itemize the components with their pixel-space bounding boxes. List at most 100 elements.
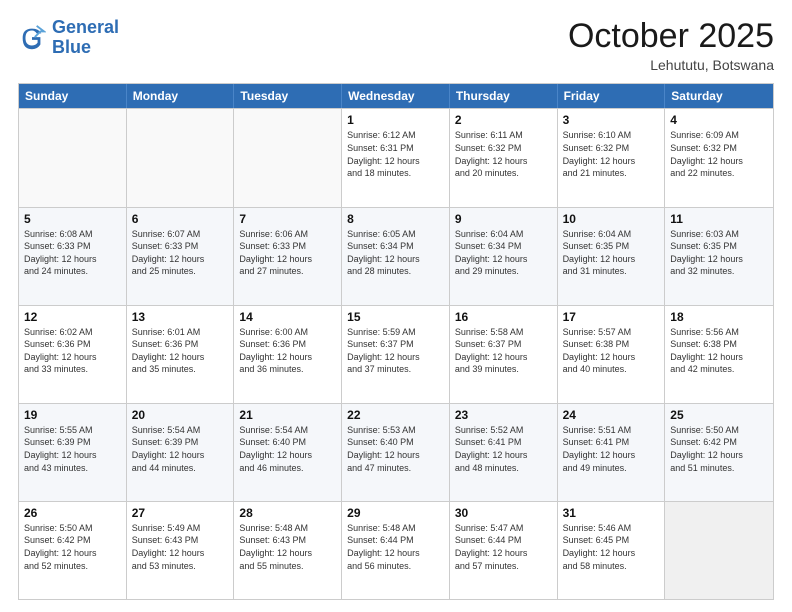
calendar-header: SundayMondayTuesdayWednesdayThursdayFrid… [19,84,773,108]
day-cell-4: 4Sunrise: 6:09 AM Sunset: 6:32 PM Daylig… [665,109,773,206]
day-number: 23 [455,408,552,422]
day-info: Sunrise: 5:58 AM Sunset: 6:37 PM Dayligh… [455,326,552,376]
logo-icon [18,24,46,52]
header: General Blue October 2025 Lehututu, Bots… [18,18,774,73]
day-info: Sunrise: 6:04 AM Sunset: 6:34 PM Dayligh… [455,228,552,278]
day-number: 11 [670,212,768,226]
weekday-header-tuesday: Tuesday [234,84,342,108]
day-cell-15: 15Sunrise: 5:59 AM Sunset: 6:37 PM Dayli… [342,306,450,403]
day-number: 24 [563,408,660,422]
weekday-header-saturday: Saturday [665,84,773,108]
day-number: 18 [670,310,768,324]
day-cell-28: 28 Sunrise: 5:48 AM Sunset: 6:43 PM Dayli… [234,502,342,599]
day-info: Sunrise: 5:46 AM Sunset: 6:45 PM Dayligh… [563,522,660,572]
calendar-row-3: 12Sunrise: 6:02 AM Sunset: 6:36 PM Dayli… [19,305,773,403]
day-cell-11: 11 Sunrise: 6:03 AM Sunset: 6:35 PM Dayli… [665,208,773,305]
day-cell-5: 5 Sunrise: 6:08 AM Sunset: 6:33 PM Daylig… [19,208,127,305]
day-info: Sunrise: 5:57 AM Sunset: 6:38 PM Dayligh… [563,326,660,376]
day-info: Sunrise: 6:07 AM Sunset: 6:33 PM Dayligh… [132,228,229,278]
day-cell-20: 20 Sunrise: 5:54 AM Sunset: 6:39 PM Dayli… [127,404,235,501]
day-number: 27 [132,506,229,520]
day-number: 5 [24,212,121,226]
empty-cell-0-1 [127,109,235,206]
day-info: Sunrise: 5:56 AM Sunset: 6:38 PM Dayligh… [670,326,768,376]
weekday-header-thursday: Thursday [450,84,558,108]
day-number: 28 [239,506,336,520]
day-info: Sunrise: 5:53 AM Sunset: 6:40 PM Dayligh… [347,424,444,474]
day-number: 2 [455,113,552,127]
day-number: 31 [563,506,660,520]
title-block: October 2025 Lehututu, Botswana [568,18,774,73]
day-cell-22: 22Sunrise: 5:53 AM Sunset: 6:40 PM Dayli… [342,404,450,501]
calendar-row-4: 19Sunrise: 5:55 AM Sunset: 6:39 PM Dayli… [19,403,773,501]
day-info: Sunrise: 5:50 AM Sunset: 6:42 PM Dayligh… [24,522,121,572]
day-cell-19: 19Sunrise: 5:55 AM Sunset: 6:39 PM Dayli… [19,404,127,501]
day-info: Sunrise: 5:59 AM Sunset: 6:37 PM Dayligh… [347,326,444,376]
day-number: 6 [132,212,229,226]
weekday-header-monday: Monday [127,84,235,108]
day-number: 17 [563,310,660,324]
day-cell-9: 9 Sunrise: 6:04 AM Sunset: 6:34 PM Daylig… [450,208,558,305]
day-cell-24: 24 Sunrise: 5:51 AM Sunset: 6:41 PM Dayli… [558,404,666,501]
day-number: 8 [347,212,444,226]
day-cell-8: 8Sunrise: 6:05 AM Sunset: 6:34 PM Daylig… [342,208,450,305]
day-info: Sunrise: 6:00 AM Sunset: 6:36 PM Dayligh… [239,326,336,376]
empty-cell-4-6 [665,502,773,599]
day-number: 14 [239,310,336,324]
logo-text: General Blue [52,18,119,58]
day-cell-14: 14 Sunrise: 6:00 AM Sunset: 6:36 PM Dayli… [234,306,342,403]
day-number: 26 [24,506,121,520]
day-info: Sunrise: 5:50 AM Sunset: 6:42 PM Dayligh… [670,424,768,474]
day-cell-2: 2 Sunrise: 6:11 AM Sunset: 6:32 PM Daylig… [450,109,558,206]
logo: General Blue [18,18,119,58]
day-cell-29: 29 Sunrise: 5:48 AM Sunset: 6:44 PM Dayli… [342,502,450,599]
calendar-row-5: 26 Sunrise: 5:50 AM Sunset: 6:42 PM Dayli… [19,501,773,599]
day-cell-12: 12Sunrise: 6:02 AM Sunset: 6:36 PM Dayli… [19,306,127,403]
day-info: Sunrise: 6:01 AM Sunset: 6:36 PM Dayligh… [132,326,229,376]
day-cell-7: 7Sunrise: 6:06 AM Sunset: 6:33 PM Daylig… [234,208,342,305]
day-info: Sunrise: 6:06 AM Sunset: 6:33 PM Dayligh… [239,228,336,278]
weekday-header-sunday: Sunday [19,84,127,108]
day-cell-13: 13Sunrise: 6:01 AM Sunset: 6:36 PM Dayli… [127,306,235,403]
month-title: October 2025 [568,18,774,55]
calendar-body: 1 Sunrise: 6:12 AM Sunset: 6:31 PM Daylig… [19,108,773,599]
day-number: 29 [347,506,444,520]
weekday-header-wednesday: Wednesday [342,84,450,108]
day-cell-17: 17 Sunrise: 5:57 AM Sunset: 6:38 PM Dayli… [558,306,666,403]
day-info: Sunrise: 6:12 AM Sunset: 6:31 PM Dayligh… [347,129,444,179]
day-info: Sunrise: 5:48 AM Sunset: 6:43 PM Dayligh… [239,522,336,572]
page: General Blue October 2025 Lehututu, Bots… [0,0,792,612]
day-number: 25 [670,408,768,422]
day-info: Sunrise: 6:11 AM Sunset: 6:32 PM Dayligh… [455,129,552,179]
day-info: Sunrise: 6:08 AM Sunset: 6:33 PM Dayligh… [24,228,121,278]
day-number: 30 [455,506,552,520]
day-info: Sunrise: 6:03 AM Sunset: 6:35 PM Dayligh… [670,228,768,278]
day-cell-25: 25 Sunrise: 5:50 AM Sunset: 6:42 PM Dayli… [665,404,773,501]
day-info: Sunrise: 5:54 AM Sunset: 6:39 PM Dayligh… [132,424,229,474]
day-cell-18: 18 Sunrise: 5:56 AM Sunset: 6:38 PM Dayli… [665,306,773,403]
day-cell-10: 10Sunrise: 6:04 AM Sunset: 6:35 PM Dayli… [558,208,666,305]
day-number: 1 [347,113,444,127]
day-cell-6: 6 Sunrise: 6:07 AM Sunset: 6:33 PM Daylig… [127,208,235,305]
day-number: 9 [455,212,552,226]
day-number: 20 [132,408,229,422]
day-info: Sunrise: 5:54 AM Sunset: 6:40 PM Dayligh… [239,424,336,474]
day-cell-31: 31 Sunrise: 5:46 AM Sunset: 6:45 PM Dayli… [558,502,666,599]
day-cell-27: 27 Sunrise: 5:49 AM Sunset: 6:43 PM Dayli… [127,502,235,599]
day-cell-30: 30Sunrise: 5:47 AM Sunset: 6:44 PM Dayli… [450,502,558,599]
day-cell-21: 21 Sunrise: 5:54 AM Sunset: 6:40 PM Dayli… [234,404,342,501]
day-number: 16 [455,310,552,324]
logo-line1: General [52,17,119,37]
weekday-header-friday: Friday [558,84,666,108]
day-info: Sunrise: 5:48 AM Sunset: 6:44 PM Dayligh… [347,522,444,572]
day-info: Sunrise: 5:51 AM Sunset: 6:41 PM Dayligh… [563,424,660,474]
day-info: Sunrise: 5:49 AM Sunset: 6:43 PM Dayligh… [132,522,229,572]
day-info: Sunrise: 5:55 AM Sunset: 6:39 PM Dayligh… [24,424,121,474]
day-cell-16: 16 Sunrise: 5:58 AM Sunset: 6:37 PM Dayli… [450,306,558,403]
empty-cell-0-2 [234,109,342,206]
day-cell-1: 1 Sunrise: 6:12 AM Sunset: 6:31 PM Daylig… [342,109,450,206]
day-number: 4 [670,113,768,127]
day-number: 21 [239,408,336,422]
calendar-row-2: 5 Sunrise: 6:08 AM Sunset: 6:33 PM Daylig… [19,207,773,305]
day-number: 12 [24,310,121,324]
